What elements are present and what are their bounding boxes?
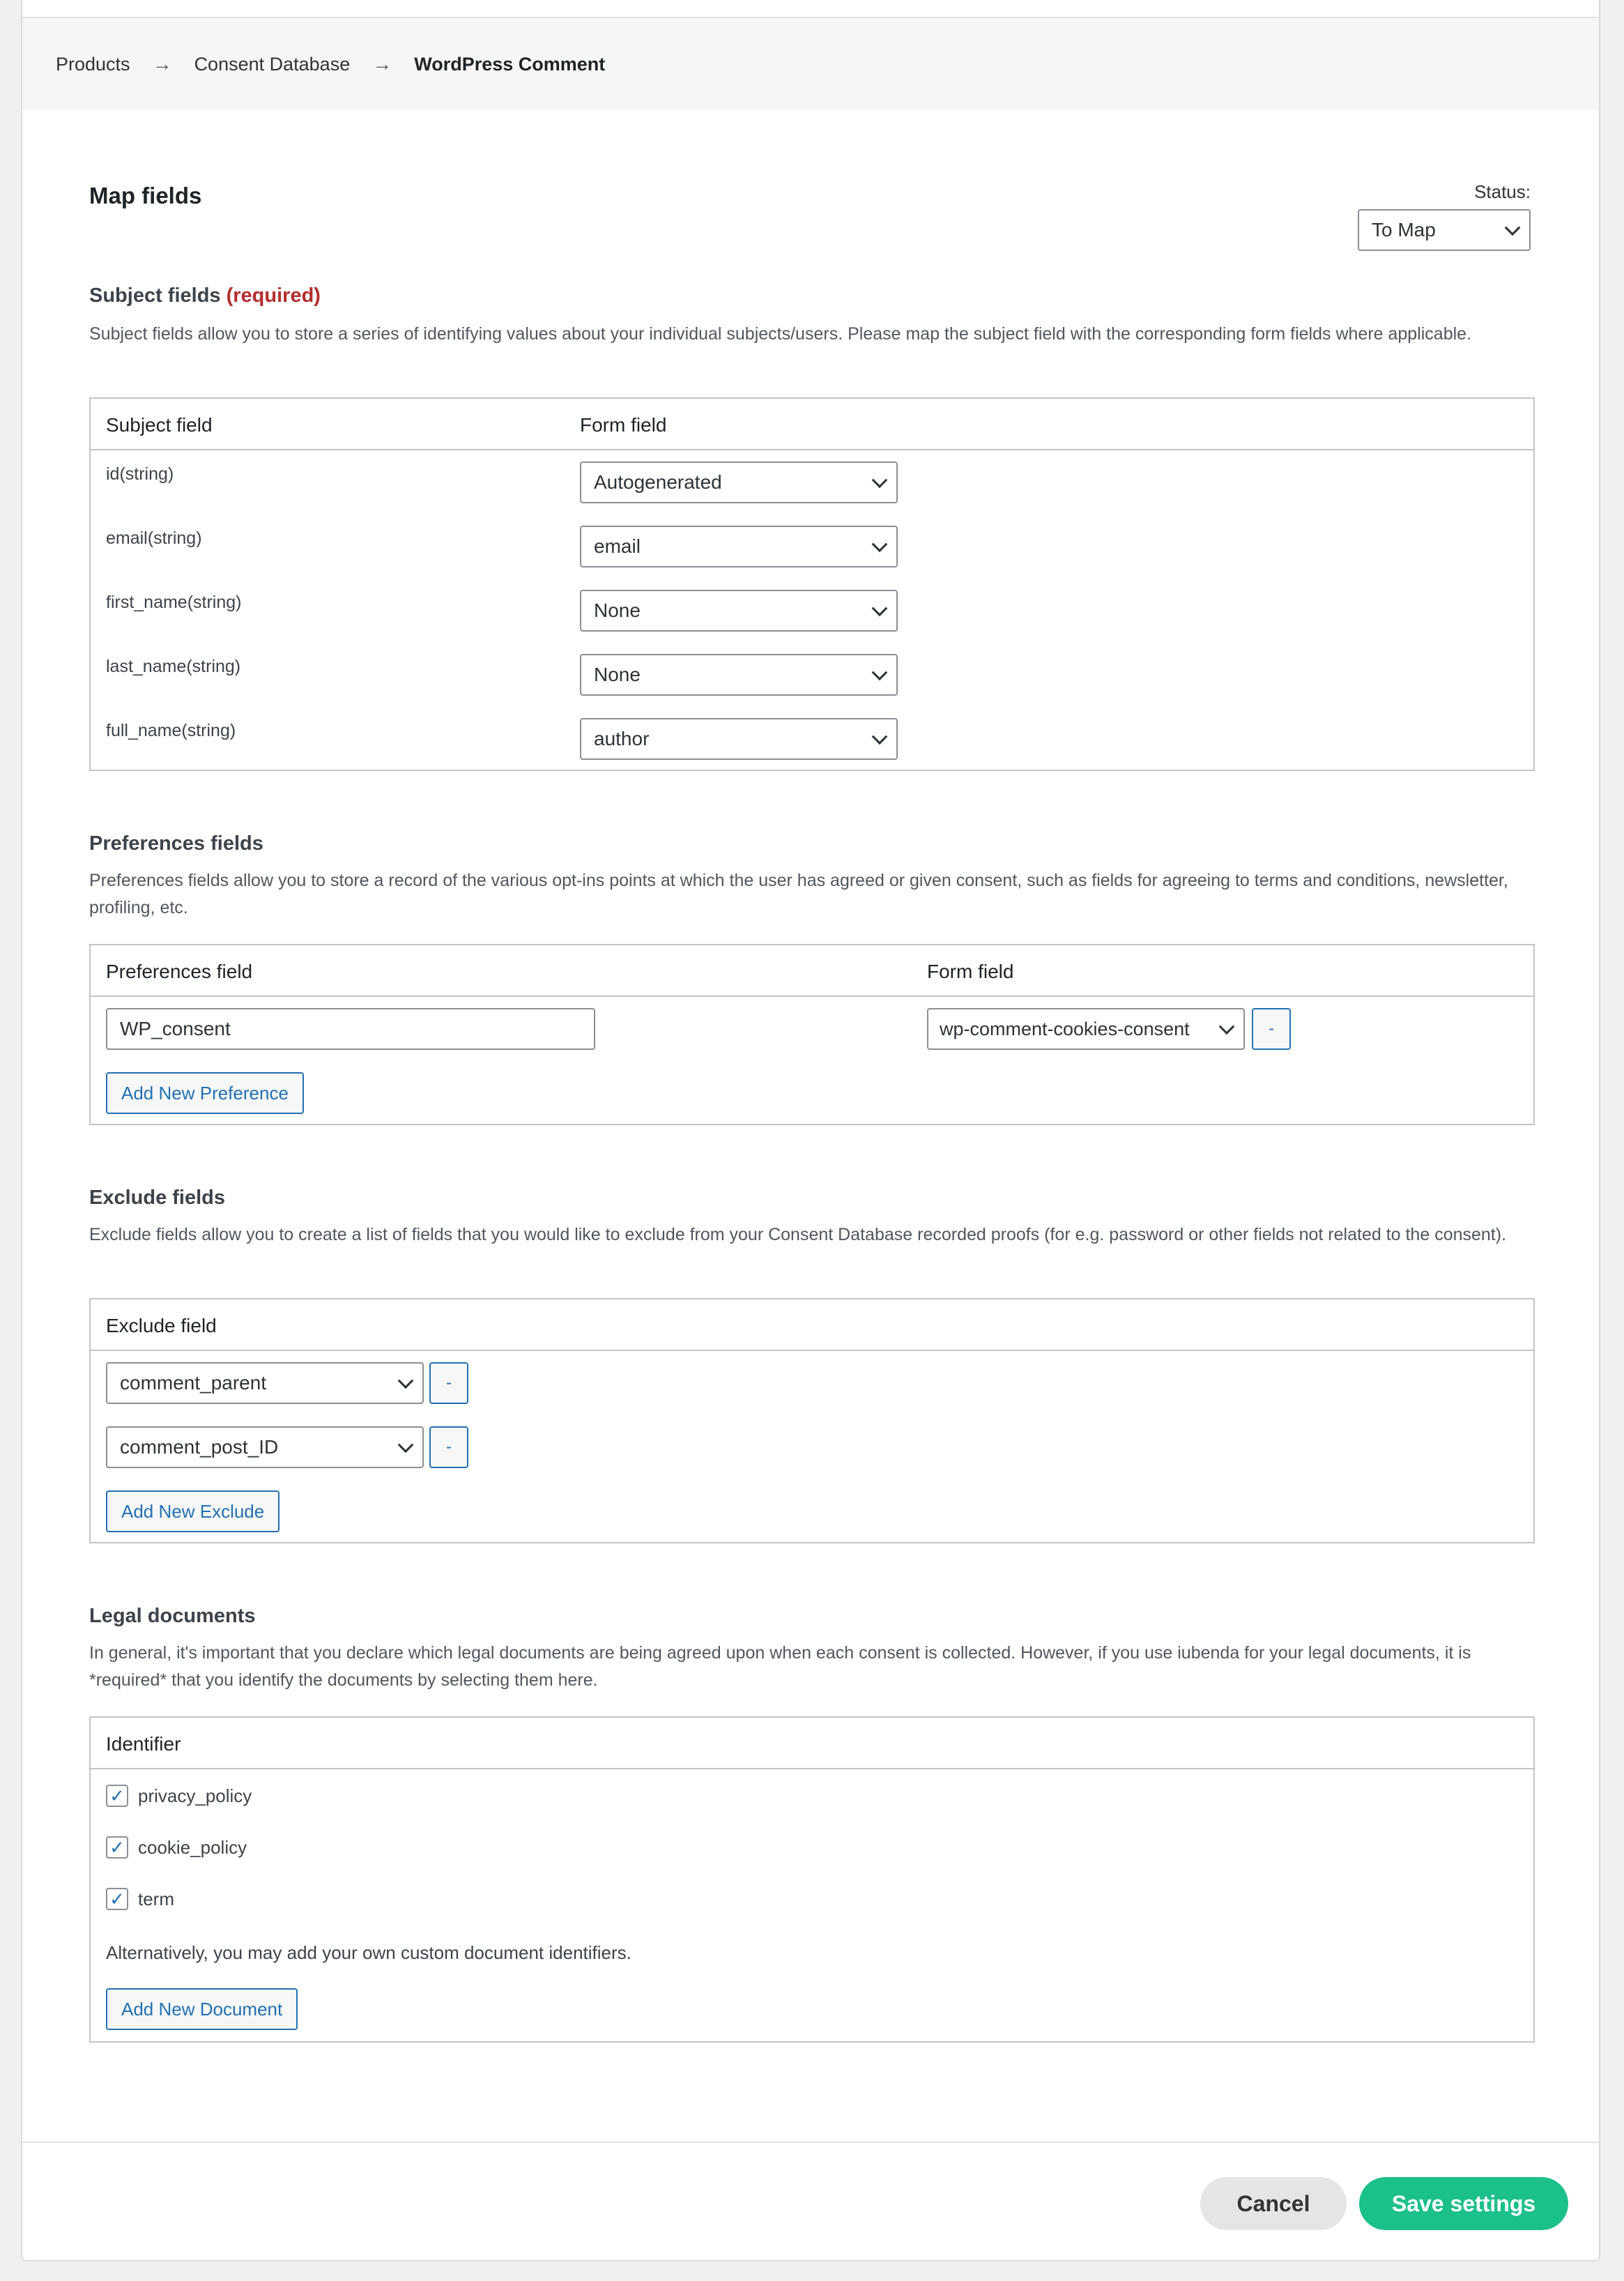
legal-section-title: Legal documents	[89, 1605, 256, 1627]
exclude-section-title: Exclude fields	[89, 1187, 226, 1209]
exclude-table: Exclude field comment_parent - comment_p…	[89, 1298, 1535, 1543]
subject-table-header: Subject field Form field	[91, 399, 1533, 450]
select-value: wp-comment-cookies-consent	[940, 1018, 1190, 1039]
legal-item-privacy-policy[interactable]: ✓ privacy_policy	[106, 1785, 252, 1807]
exclude-select-2[interactable]: comment_post_ID	[106, 1426, 424, 1468]
cancel-button[interactable]: Cancel	[1200, 2177, 1347, 2230]
subject-select-email[interactable]: email	[580, 526, 898, 567]
preferences-table-header: Preferences field Form field	[91, 945, 1533, 997]
status-select-value: To Map	[1372, 219, 1436, 241]
subject-select-id[interactable]: Autogenerated	[580, 461, 898, 503]
remove-preference-button[interactable]: -	[1252, 1008, 1291, 1050]
subject-table: Subject field Form field id(string) Auto…	[89, 397, 1535, 771]
legal-alt-text: Alternatively, you may add your own cust…	[106, 1942, 631, 1963]
subject-select-last-name[interactable]: None	[580, 654, 898, 696]
select-value: None	[594, 664, 641, 685]
chevron-down-icon	[1218, 1019, 1235, 1035]
subject-description: Subject fields allow you to store a seri…	[89, 324, 1472, 344]
legal-table-header: Identifier	[91, 1718, 1533, 1769]
chevron-down-icon	[871, 728, 888, 745]
breadcrumb-current: WordPress Comment	[414, 53, 606, 75]
select-value: comment_parent	[120, 1372, 267, 1394]
subject-title-text: Subject fields	[89, 284, 221, 307]
preferences-section-title: Preferences fields	[89, 832, 263, 855]
subject-section-title: Subject fields (required)	[89, 284, 321, 307]
checkbox-checked[interactable]: ✓	[106, 1888, 128, 1910]
select-value: Autogenerated	[594, 471, 722, 493]
legal-table: Identifier ✓ privacy_policy ✓ cookie_pol…	[89, 1716, 1535, 2043]
checkbox-label: cookie_policy	[138, 1836, 247, 1858]
settings-panel: Products → Consent Database → WordPress …	[21, 0, 1600, 2261]
preferences-description: Preferences fields allow you to store a …	[89, 871, 1508, 917]
arrow-right-icon: →	[152, 53, 172, 75]
select-value: author	[594, 728, 650, 749]
checkbox-label: privacy_policy	[138, 1785, 252, 1806]
legal-item-cookie-policy[interactable]: ✓ cookie_policy	[106, 1836, 247, 1859]
add-new-exclude-button[interactable]: Add New Exclude	[106, 1490, 280, 1532]
subject-select-full-name[interactable]: author	[580, 718, 898, 760]
status-label: Status:	[1474, 181, 1531, 202]
select-value: None	[594, 600, 641, 621]
select-value: email	[594, 535, 641, 557]
col-form-field: Form field	[927, 961, 1014, 982]
chevron-down-icon	[871, 600, 888, 617]
preference-name-input[interactable]: WP_consent	[106, 1008, 595, 1050]
chevron-down-icon	[871, 472, 888, 489]
preferences-table: Preferences field Form field WP_consent …	[89, 944, 1535, 1125]
subject-label-id: id(string)	[106, 464, 174, 484]
breadcrumb-products[interactable]: Products	[56, 54, 130, 75]
chevron-down-icon	[397, 1373, 414, 1389]
chevron-down-icon	[871, 664, 888, 681]
subject-label-last-name: last_name(string)	[106, 657, 241, 676]
breadcrumb-consent-database[interactable]: Consent Database	[194, 54, 351, 75]
subject-label-first-name: first_name(string)	[106, 593, 242, 612]
col-subject-field: Subject field	[106, 414, 213, 436]
subject-label-email: email(string)	[106, 528, 202, 548]
legal-description: In general, it's important that you decl…	[89, 1643, 1471, 1690]
chevron-down-icon	[871, 536, 888, 553]
add-new-preference-button[interactable]: Add New Preference	[106, 1072, 304, 1114]
footer-bar: Cancel Save settings	[22, 2142, 1599, 2260]
status-select[interactable]: To Map	[1358, 209, 1531, 251]
col-form-field: Form field	[580, 414, 667, 436]
chevron-down-icon	[397, 1437, 414, 1454]
subject-label-full-name: full_name(string)	[106, 721, 236, 740]
top-strip	[22, 0, 1599, 18]
input-value: WP_consent	[120, 1018, 231, 1039]
select-value: comment_post_ID	[120, 1436, 279, 1458]
required-badge: (required)	[226, 284, 321, 307]
exclude-select-1[interactable]: comment_parent	[106, 1362, 424, 1404]
exclude-table-header: Exclude field	[91, 1299, 1533, 1351]
legal-item-term[interactable]: ✓ term	[106, 1888, 174, 1910]
breadcrumb: Products → Consent Database → WordPress …	[22, 18, 1599, 110]
page-title: Map fields	[89, 183, 202, 208]
exclude-description: Exclude fields allow you to create a lis…	[89, 1225, 1507, 1244]
chevron-down-icon	[1504, 220, 1521, 236]
subject-select-first-name[interactable]: None	[580, 590, 898, 632]
checkbox-label: term	[138, 1888, 174, 1909]
col-exclude-field: Exclude field	[106, 1315, 217, 1336]
col-preferences-field: Preferences field	[106, 961, 253, 982]
col-identifier: Identifier	[106, 1733, 181, 1755]
remove-exclude-button[interactable]: -	[429, 1426, 468, 1468]
save-settings-button[interactable]: Save settings	[1359, 2177, 1568, 2230]
remove-exclude-button[interactable]: -	[429, 1362, 468, 1404]
checkbox-checked[interactable]: ✓	[106, 1836, 128, 1859]
preference-form-field-select[interactable]: wp-comment-cookies-consent	[927, 1008, 1245, 1050]
add-new-document-button[interactable]: Add New Document	[106, 1988, 298, 2030]
arrow-right-icon: →	[372, 53, 392, 75]
checkbox-checked[interactable]: ✓	[106, 1785, 128, 1807]
